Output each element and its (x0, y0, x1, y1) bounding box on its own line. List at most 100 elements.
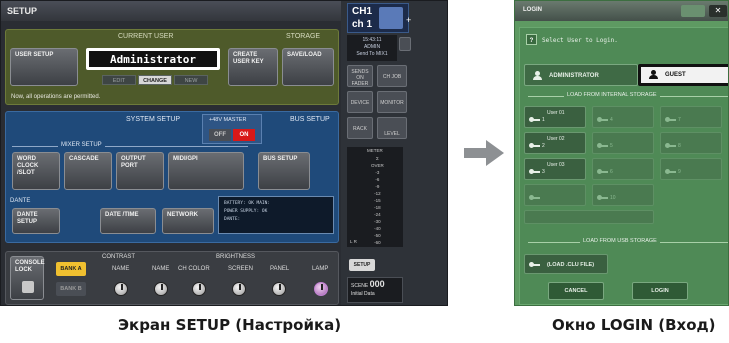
cascade-button[interactable]: CASCADE (64, 152, 112, 190)
panel-knob[interactable] (272, 282, 286, 296)
storage-heading: STORAGE (286, 33, 321, 40)
ch-job-button[interactable]: CH JOB (377, 65, 407, 87)
user-slot-3[interactable]: 3 User 03 (524, 158, 586, 180)
ch-color-label: CH COLOR (178, 266, 210, 272)
guest-button[interactable]: GUEST (638, 64, 728, 86)
meter-label: METER (367, 148, 383, 153)
user-slot-4[interactable]: 4 (592, 106, 654, 128)
brightness-name-knob[interactable] (154, 282, 168, 296)
monitor-button[interactable]: MONITOR (377, 91, 407, 113)
output-port-button[interactable]: OUTPUT PORT (116, 152, 164, 190)
screen-knob[interactable] (232, 282, 246, 296)
sends-on-fader-button[interactable]: SENDS ON FADER (347, 65, 373, 87)
date-time-button[interactable]: DATE /TIME (100, 208, 156, 234)
help-icon[interactable]: ? (526, 34, 537, 45)
user-slot-5[interactable]: 5 (592, 132, 654, 154)
user-slot-2[interactable]: 2 User 02 (524, 132, 586, 154)
slot-user-name: User 02 (547, 136, 565, 142)
lamp-knob[interactable] (314, 282, 328, 296)
meter-display: METER Σ OVER -3 -6 -9 -12 -15 -18 -24 -30 -40 -50 -6… (347, 147, 403, 247)
slot-number: 4 (610, 117, 613, 123)
save-load-label: SAVE/LOAD (287, 52, 322, 58)
change-user-button[interactable]: CHANGE (138, 75, 172, 85)
administrator-button[interactable]: ADMINISTRATOR (524, 64, 638, 86)
console-lock-label: CONSOLE LOCK (15, 260, 45, 274)
scene-label: SCENE (351, 283, 369, 289)
scene-name: Initial Data (351, 291, 375, 297)
console-lock-button[interactable]: CONSOLE LOCK (10, 256, 45, 300)
key-icon (529, 117, 540, 122)
mixer-setup-heading: MIXER SETUP (58, 142, 105, 148)
new-user-button[interactable]: NEW (174, 75, 208, 85)
user-slot-10[interactable]: 10 (592, 184, 654, 206)
help-row: ? Select User to Login. (526, 34, 618, 47)
key-icon (665, 169, 676, 174)
create-user-key-label: CREATE USER KEY (233, 52, 264, 66)
midi-gpi-label: MIDI/GPI (173, 156, 198, 162)
save-load-button[interactable]: SAVE/LOAD (282, 48, 334, 86)
key-icon[interactable] (399, 37, 411, 51)
login-window: LOGIN ✕ ? Select User to Login. ADMINISTR… (514, 0, 729, 306)
rack-button[interactable]: RACK (347, 117, 373, 139)
internal-storage-heading: LOAD FROM INTERNAL STORAGE (564, 92, 660, 98)
edit-user-button[interactable]: EDIT (102, 75, 136, 85)
bank-b-button[interactable]: BANK B (56, 282, 86, 296)
user-slot-empty[interactable] (524, 184, 586, 206)
dante-heading: DANTE (10, 198, 31, 204)
meter-tick-label: OVER (371, 163, 384, 168)
dante-setup-button[interactable]: DANTE SETUP (12, 208, 60, 234)
cascade-label: CASCADE (69, 156, 99, 162)
setup-title: SETUP (1, 1, 341, 21)
key-icon (597, 169, 608, 174)
user-icon-button[interactable] (681, 5, 705, 17)
level-knob[interactable]: LEVEL (377, 117, 407, 139)
key-icon (597, 143, 608, 148)
load-clu-file-button[interactable]: (LOAD .CLU FILE) (524, 254, 608, 274)
slot-number: 1 (542, 117, 545, 123)
word-clock-button[interactable]: WORD CLOCK /SLOT (12, 152, 60, 190)
master-on-button[interactable]: ON (233, 129, 255, 141)
meter-tick-label: -9 (375, 184, 380, 189)
ch-color-knob[interactable] (192, 282, 206, 296)
bus-setup-heading: BUS SETUP (290, 116, 330, 123)
phantom-master-panel: +48V MASTER OFF ON (202, 114, 262, 144)
current-user-button[interactable]: Administrator (86, 48, 220, 70)
setup-tab-button[interactable]: SETUP (349, 259, 375, 271)
close-icon[interactable]: ✕ (709, 5, 727, 17)
cancel-button[interactable]: CANCEL (548, 282, 604, 300)
slot-user-name: User 01 (547, 110, 565, 116)
key-icon (529, 262, 540, 267)
bus-setup-button[interactable]: BUS SETUP (258, 152, 310, 190)
network-label: NETWORK (167, 212, 198, 218)
create-user-key-button[interactable]: CREATE USER KEY (228, 48, 278, 86)
clock-time: 15:43:11 (362, 37, 382, 43)
mixer-setup-divider (12, 146, 248, 147)
brightness-heading: BRIGHTNESS (216, 254, 256, 260)
user-slot-7[interactable]: 7 (660, 106, 722, 128)
user-setup-button[interactable]: USER SETUP (10, 48, 78, 86)
administrator-label: ADMINISTRATOR (549, 73, 599, 79)
contrast-name-knob[interactable] (114, 282, 128, 296)
user-slot-8[interactable]: 8 (660, 132, 722, 154)
status-message: Now, all operations are permitted. (11, 94, 101, 100)
system-setup-heading: SYSTEM SETUP (126, 116, 181, 123)
login-button[interactable]: LOGIN (632, 282, 688, 300)
scene-display[interactable]: SCENE 000 Initial Data (347, 277, 403, 303)
time-display: 15:43:11 ADMIN Send To MIX1 (347, 35, 397, 61)
meter-tick-label: -40 (374, 226, 381, 231)
slot-number: 2 (542, 143, 545, 149)
meter-tick-label: Σ (375, 156, 379, 161)
slot-number: 10 (610, 195, 616, 201)
key-icon (597, 195, 608, 200)
user-slot-1[interactable]: 1 User 01 (524, 106, 586, 128)
master-off-button[interactable]: OFF (209, 129, 231, 141)
user-slot-9[interactable]: 9 (660, 158, 722, 180)
network-button[interactable]: NETWORK (162, 208, 214, 234)
user-slot-6[interactable]: 6 (592, 158, 654, 180)
slot-number: 3 (542, 169, 545, 175)
midi-gpi-button[interactable]: MIDI/GPI (168, 152, 244, 190)
bank-a-button[interactable]: BANK A (56, 262, 86, 276)
device-button[interactable]: DEVICE (347, 91, 373, 113)
contrast-heading: CONTRAST (102, 254, 135, 260)
help-text: Select User to Login. (542, 37, 618, 44)
